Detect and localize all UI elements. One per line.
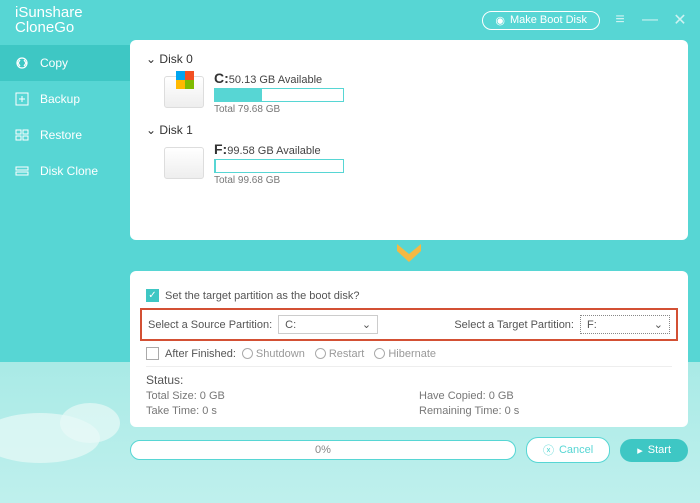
restore-icon [14, 127, 30, 143]
boot-disk-checkbox[interactable]: ✓ [146, 289, 159, 302]
sidebar-item-label: Backup [40, 92, 80, 106]
disk-clone-icon [14, 163, 30, 179]
play-icon: ▸ [637, 444, 643, 457]
menu-button[interactable]: ≡ [610, 11, 630, 29]
chevron-down-icon: ⌄ [146, 52, 156, 66]
config-panel: ✓ Set the target partition as the boot d… [130, 271, 688, 427]
partition-row[interactable]: C:50.13 GB Available Total 79.68 GB [164, 70, 672, 115]
make-boot-disk-label: Make Boot Disk [510, 14, 587, 26]
chevron-down-icon: ⌄ [146, 123, 156, 137]
partition-select-row: Select a Source Partition: C: ⌄ Select a… [140, 308, 678, 341]
target-partition-select[interactable]: F: ⌄ [580, 315, 670, 334]
disk-header[interactable]: ⌄ Disk 1 [146, 123, 672, 137]
partition-total: Total 99.68 GB [214, 175, 344, 186]
brand-line2: CloneGo [15, 20, 83, 35]
after-finished-checkbox[interactable] [146, 347, 159, 360]
copy-icon [14, 55, 30, 71]
partition-label: F:99.58 GB Available [214, 141, 344, 157]
radio-shutdown[interactable]: Shutdown [242, 348, 305, 360]
title-bar: iSunshare CloneGo ◉ Make Boot Disk ≡ — ✕ [0, 0, 700, 40]
sidebar: Copy Backup Restore Disk Clone [0, 40, 130, 503]
bottom-bar: 0% ⓧ Cancel ▸ Start [130, 437, 688, 463]
source-partition-select[interactable]: C: ⌄ [278, 315, 378, 334]
chevron-down-icon: ⌄ [362, 318, 371, 331]
disc-icon: ◉ [495, 14, 505, 27]
status-remaining: Remaining Time: 0 s [419, 405, 672, 417]
after-finished-label: After Finished: [165, 348, 236, 360]
start-button[interactable]: ▸ Start [620, 439, 688, 462]
boot-disk-label: Set the target partition as the boot dis… [165, 290, 359, 302]
status-take-time: Take Time: 0 s [146, 405, 399, 417]
usage-bar [214, 159, 344, 173]
sidebar-item-restore[interactable]: Restore [0, 117, 130, 153]
sidebar-item-label: Restore [40, 128, 82, 142]
status-total-size: Total Size: 0 GB [146, 390, 399, 402]
progress-percent: 0% [315, 444, 331, 456]
sidebar-item-label: Disk Clone [40, 164, 98, 178]
brand: iSunshare CloneGo [15, 5, 83, 35]
status-header: Status: [146, 373, 672, 387]
close-button[interactable]: ✕ [670, 10, 690, 30]
backup-icon [14, 91, 30, 107]
sidebar-item-label: Copy [40, 56, 68, 70]
progress-bar: 0% [130, 440, 516, 460]
sidebar-item-copy[interactable]: Copy [0, 45, 130, 81]
cancel-button[interactable]: ⓧ Cancel [526, 437, 610, 463]
status-block: Status: Total Size: 0 GB Have Copied: 0 … [146, 373, 672, 417]
disk-header[interactable]: ⌄ Disk 0 [146, 52, 672, 66]
minimize-button[interactable]: — [640, 11, 660, 29]
partition-label: C:50.13 GB Available [214, 70, 344, 86]
sidebar-item-disk-clone[interactable]: Disk Clone [0, 153, 130, 189]
radio-hibernate[interactable]: Hibernate [374, 348, 436, 360]
brand-line1: iSunshare [15, 5, 83, 20]
partition-row[interactable]: F:99.58 GB Available Total 99.68 GB [164, 141, 672, 186]
usage-bar [214, 88, 344, 102]
chevron-down-icon: ⌄ [654, 318, 663, 331]
make-boot-disk-button[interactable]: ◉ Make Boot Disk [482, 11, 600, 30]
partition-total: Total 79.68 GB [214, 104, 344, 115]
drive-icon [164, 147, 204, 179]
source-partition-label: Select a Source Partition: [148, 319, 272, 331]
arrow-down-icon [130, 242, 688, 269]
status-have-copied: Have Copied: 0 GB [419, 390, 672, 402]
sidebar-item-backup[interactable]: Backup [0, 81, 130, 117]
radio-restart[interactable]: Restart [315, 348, 364, 360]
drive-icon [164, 76, 204, 108]
cancel-icon: ⓧ [543, 442, 554, 458]
target-partition-label: Select a Target Partition: [454, 319, 574, 331]
disk-list-panel: ⌄ Disk 0 C:50.13 GB Available Total 79.6… [130, 40, 688, 240]
